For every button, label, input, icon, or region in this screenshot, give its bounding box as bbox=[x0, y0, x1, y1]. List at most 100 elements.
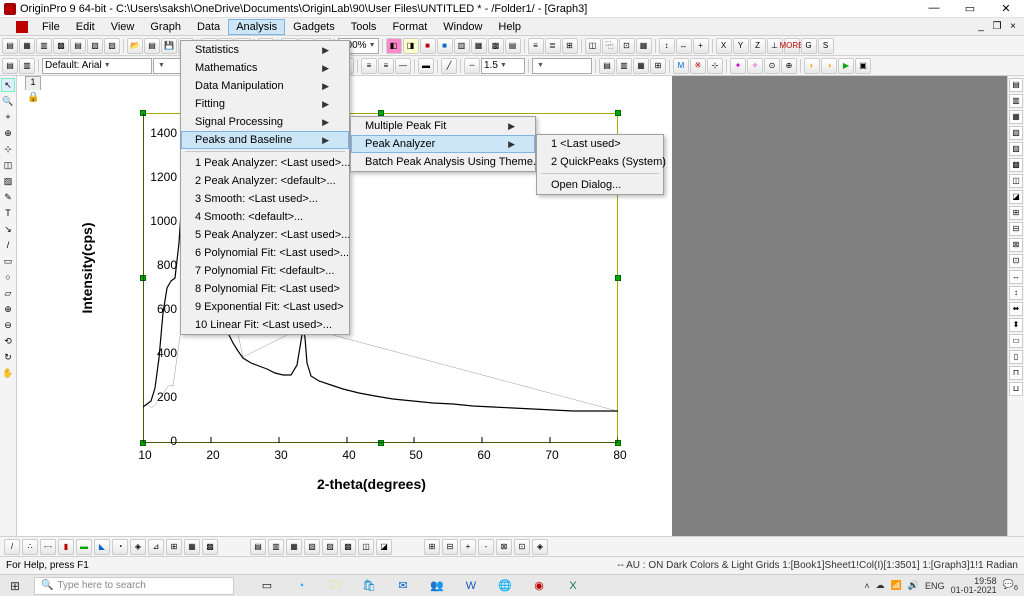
bt-icon[interactable]: ◫ bbox=[358, 539, 374, 555]
arrow-tool-icon[interactable]: ↘ bbox=[1, 222, 15, 236]
menu-item-fitting[interactable]: Fitting▶ bbox=[181, 95, 349, 113]
align-left-icon[interactable]: ≡ bbox=[361, 58, 377, 74]
new-project-icon[interactable]: ▤ bbox=[2, 38, 18, 54]
menu-item-recent[interactable]: 9 Exponential Fit: <Last used> bbox=[181, 298, 349, 316]
tb-icon[interactable]: ⊞ bbox=[562, 38, 578, 54]
zoom-tool-icon[interactable]: 🔍 bbox=[1, 94, 15, 108]
tb2-icon[interactable]: ⊙ bbox=[764, 58, 780, 74]
bt-icon[interactable]: ◈ bbox=[532, 539, 548, 555]
menu-view[interactable]: View bbox=[103, 19, 143, 35]
mdi-restore-button[interactable]: ❐ bbox=[990, 21, 1004, 32]
task-view-icon[interactable]: ▭ bbox=[258, 577, 276, 595]
rt-icon[interactable]: ⊔ bbox=[1009, 382, 1023, 396]
tb-icon[interactable]: ⿻ bbox=[602, 38, 618, 54]
bt-icon[interactable]: ⊡ bbox=[514, 539, 530, 555]
menu-file[interactable]: File bbox=[34, 19, 68, 35]
rt-icon[interactable]: ▩ bbox=[1009, 158, 1023, 172]
rt-icon[interactable]: ▤ bbox=[1009, 78, 1023, 92]
line-symbol-icon[interactable]: -·- bbox=[40, 539, 56, 555]
chrome-icon[interactable]: 🌐 bbox=[496, 577, 514, 595]
bt-icon[interactable]: ◪ bbox=[376, 539, 392, 555]
tb-icon[interactable]: Y bbox=[733, 38, 749, 54]
rt-icon[interactable]: ⊓ bbox=[1009, 366, 1023, 380]
tb-icon[interactable]: ≡ bbox=[528, 38, 544, 54]
draw-data-icon[interactable]: ✎ bbox=[1, 190, 15, 204]
rect-tool-icon[interactable]: ▭ bbox=[1, 254, 15, 268]
tb2-icon[interactable]: ▥ bbox=[616, 58, 632, 74]
scatter-plot-icon[interactable]: ∴ bbox=[22, 539, 38, 555]
tb-icon[interactable]: + bbox=[693, 38, 709, 54]
menu-item-signal-processing[interactable]: Signal Processing▶ bbox=[181, 113, 349, 131]
line-tool-icon[interactable]: / bbox=[1, 238, 15, 252]
menu-item-data-manipulation[interactable]: Data Manipulation▶ bbox=[181, 77, 349, 95]
tb2-icon[interactable]: ⊹ bbox=[707, 58, 723, 74]
rt-icon[interactable]: ◫ bbox=[1009, 174, 1023, 188]
rt-icon[interactable]: ⊠ bbox=[1009, 238, 1023, 252]
rt-icon[interactable]: ▭ bbox=[1009, 334, 1023, 348]
tb-icon[interactable]: MORE bbox=[784, 38, 800, 54]
bt-icon[interactable]: ▤ bbox=[250, 539, 266, 555]
menu-item-recent[interactable]: 5 Peak Analyzer: <Last used>... bbox=[181, 226, 349, 244]
rt-icon[interactable]: ▧ bbox=[1009, 126, 1023, 140]
results-log-icon[interactable]: ▥ bbox=[19, 58, 35, 74]
new-matrix-icon[interactable]: ▩ bbox=[53, 38, 69, 54]
line-dash-icon[interactable]: ┄ bbox=[464, 58, 480, 74]
save-icon[interactable]: 💾 bbox=[161, 38, 177, 54]
tray-volume-icon[interactable]: 🔊 bbox=[908, 580, 919, 591]
line-style-icon[interactable]: — bbox=[395, 58, 411, 74]
tb-icon[interactable]: X bbox=[716, 38, 732, 54]
rescale-icon[interactable]: ⟲ bbox=[1, 334, 15, 348]
menu-edit[interactable]: Edit bbox=[68, 19, 103, 35]
plot-icon[interactable]: ⊿ bbox=[148, 539, 164, 555]
bt-icon[interactable]: ▦ bbox=[286, 539, 302, 555]
bt-icon[interactable]: ▩ bbox=[340, 539, 356, 555]
tb2-icon[interactable]: ▦ bbox=[633, 58, 649, 74]
pie-plot-icon[interactable]: ◔ bbox=[112, 539, 128, 555]
tb-icon[interactable]: S bbox=[818, 38, 834, 54]
tb2-icon[interactable]: ▣ bbox=[855, 58, 871, 74]
bt-icon[interactable]: ⊞ bbox=[424, 539, 440, 555]
font-combo[interactable]: Default: Arial▼ bbox=[42, 58, 152, 74]
tray-chevron-icon[interactable]: ˄ bbox=[864, 581, 869, 591]
menu-item-recent[interactable]: 8 Polynomial Fit: <Last used> bbox=[181, 280, 349, 298]
tb2-icon[interactable]: ※ bbox=[690, 58, 706, 74]
align-center-icon[interactable]: ≡ bbox=[378, 58, 394, 74]
menu-item-peaks-baseline[interactable]: Peaks and Baseline▶ bbox=[181, 131, 349, 149]
bt-icon[interactable]: ▨ bbox=[322, 539, 338, 555]
zoom-out-icon[interactable]: ⊖ bbox=[1, 318, 15, 332]
project-explorer-icon[interactable]: ▤ bbox=[2, 58, 18, 74]
rt-icon[interactable]: ▦ bbox=[1009, 110, 1023, 124]
mail-icon[interactable]: ✉ bbox=[394, 577, 412, 595]
rt-icon[interactable]: ◪ bbox=[1009, 190, 1023, 204]
store-icon[interactable]: 🛍 bbox=[360, 577, 378, 595]
hand-tool-icon[interactable]: ✋ bbox=[1, 366, 15, 380]
screen-reader-icon[interactable]: ⊕ bbox=[1, 126, 15, 140]
new-layout-icon[interactable]: ▧ bbox=[87, 38, 103, 54]
tray-clock[interactable]: 19:58 01-01-2021 bbox=[951, 577, 997, 595]
bt-icon[interactable]: ⊟ bbox=[442, 539, 458, 555]
mdi-minimize-button[interactable]: _ bbox=[974, 21, 988, 32]
pointer-tool-icon[interactable]: ↖ bbox=[1, 78, 15, 92]
maximize-button[interactable]: ▭ bbox=[956, 2, 984, 15]
tb2-icon[interactable]: ▶ bbox=[838, 58, 854, 74]
menu-window[interactable]: Window bbox=[435, 19, 490, 35]
menu-item-recent[interactable]: 2 Peak Analyzer: <default>... bbox=[181, 172, 349, 190]
tray-wifi-icon[interactable]: 📶 bbox=[891, 580, 902, 591]
origin-icon[interactable]: ◉ bbox=[530, 577, 548, 595]
tb-icon[interactable]: ◨ bbox=[403, 38, 419, 54]
fill-color-icon[interactable]: ▬ bbox=[418, 58, 434, 74]
menu-item-multiple-peak-fit[interactable]: Multiple Peak Fit▶ bbox=[351, 117, 535, 135]
close-button[interactable]: ✕ bbox=[992, 2, 1020, 15]
tb-icon[interactable]: ◧ bbox=[386, 38, 402, 54]
menu-tools[interactable]: Tools bbox=[343, 19, 385, 35]
bt-icon[interactable]: ▥ bbox=[268, 539, 284, 555]
mask-tool-icon[interactable]: ▨ bbox=[1, 174, 15, 188]
rt-icon[interactable]: ▯ bbox=[1009, 350, 1023, 364]
3d-plot-icon[interactable]: ◈ bbox=[130, 539, 146, 555]
open-icon[interactable]: 📂 bbox=[127, 38, 143, 54]
menu-item-recent[interactable]: 4 Smooth: <default>... bbox=[181, 208, 349, 226]
region-tool-icon[interactable]: ▱ bbox=[1, 286, 15, 300]
tb-icon[interactable]: ▦ bbox=[471, 38, 487, 54]
menu-analysis[interactable]: Analysis bbox=[228, 19, 285, 35]
tb2-icon[interactable]: ◐ bbox=[804, 58, 820, 74]
